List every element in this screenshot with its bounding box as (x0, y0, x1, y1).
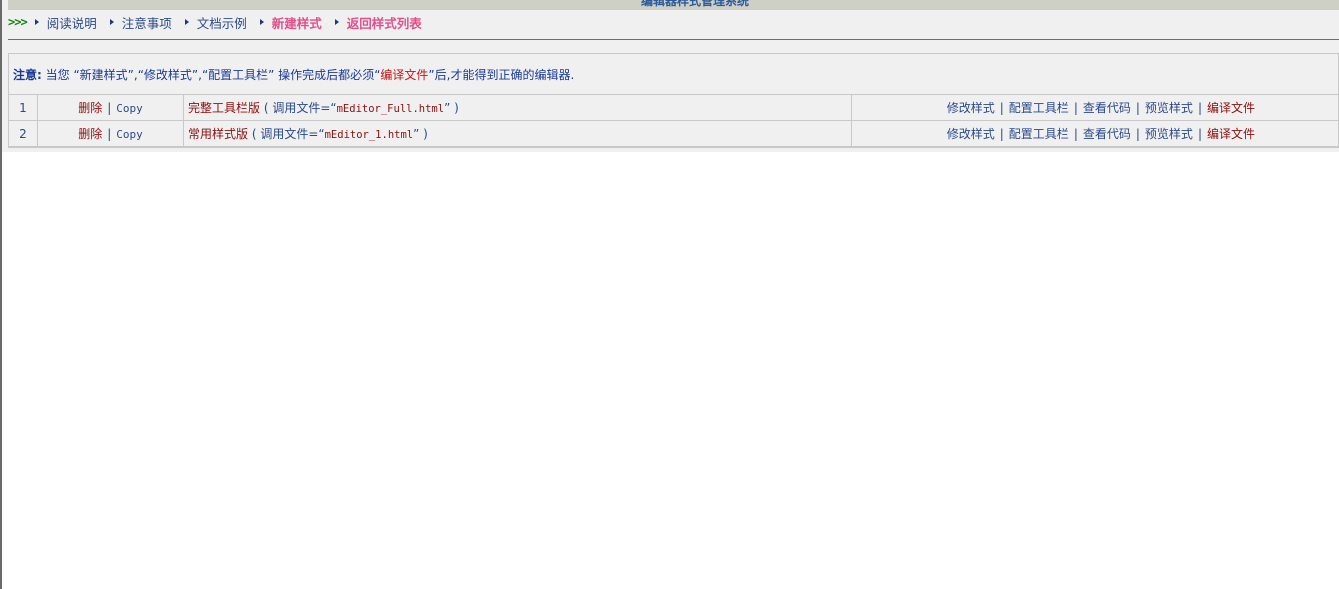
separator: | (107, 127, 112, 141)
row-actions: 删除 | Copy (37, 120, 184, 147)
nav-label: 文档示例 (196, 15, 247, 31)
view-code-link[interactable]: 查看代码 (1083, 101, 1131, 115)
nav-label: 注意事项 (121, 15, 172, 31)
triangle-right-icon (184, 19, 189, 25)
configure-toolbar-link[interactable]: 配置工具栏 (1009, 127, 1069, 141)
nav-item-read-me[interactable]: 阅读说明 (33, 13, 97, 32)
notice-text: 当您 “新建样式”,“修改样式”,“配置工具栏” 操作完成后都必须“ (41, 68, 381, 82)
breadcrumb-nav: >>> 阅读说明 注意事项 文档示例 新建样式 返回样式列表 (8, 13, 433, 31)
compile-file-link[interactable]: 编译文件 (1207, 127, 1255, 141)
style-cell: 完整工具栏版 ( 调用文件=“mEditor_Full.html” ) (183, 94, 852, 121)
nav-label: 新建样式 (271, 15, 322, 31)
separator: | (1135, 101, 1140, 115)
style-table: 1 删除 | Copy 完整工具栏版 ( 调用文件=“mEditor_Full.ht… (8, 94, 1339, 147)
row-operations: 修改样式 | 配置工具栏 | 查看代码 | 预览样式 | 编译文件 (851, 120, 1339, 147)
notice-highlight: 编译文件 (380, 68, 429, 82)
separator: | (999, 127, 1004, 141)
triangle-right-icon (334, 19, 339, 25)
separator: | (1073, 101, 1078, 115)
chevrons-icon: >>> (8, 15, 28, 29)
notice-message: 注意: 当您 “新建样式”,“修改样式”,“配置工具栏” 操作完成后都必须“编译… (13, 66, 574, 83)
separator: | (1073, 127, 1078, 141)
style-file-suffix: ” ) (413, 127, 428, 141)
row-actions: 删除 | Copy (37, 94, 184, 121)
nav-item-new-style[interactable]: 新建样式 (258, 13, 322, 32)
preview-style-link[interactable]: 预览样式 (1145, 101, 1193, 115)
configure-toolbar-link[interactable]: 配置工具栏 (1009, 101, 1069, 115)
copy-link[interactable]: Copy (116, 102, 143, 115)
separator: | (1197, 127, 1202, 141)
separator: | (107, 101, 112, 115)
delete-link[interactable]: 删除 (78, 101, 102, 115)
title-bar-text: 编辑器样式管理系统 (641, 0, 750, 8)
divider (8, 39, 1339, 40)
nav-item-doc-examples[interactable]: 文档示例 (183, 13, 247, 32)
edit-style-link[interactable]: 修改样式 (947, 101, 995, 115)
edit-style-link[interactable]: 修改样式 (947, 127, 995, 141)
notice-text-end: ”后,才能得到正确的编辑器. (428, 68, 575, 82)
nav-label: 返回样式列表 (346, 15, 422, 31)
delete-link[interactable]: 删除 (78, 127, 102, 141)
separator: | (1135, 127, 1140, 141)
style-cell: 常用样式版 ( 调用文件=“mEditor_1.html” ) (183, 120, 852, 147)
style-file-prefix: ( 调用文件=“ (260, 101, 337, 115)
title-bar: 编辑器样式管理系统 (8, 0, 1339, 10)
preview-style-link[interactable]: 预览样式 (1145, 127, 1193, 141)
style-name-link[interactable]: 常用样式版 (188, 127, 248, 141)
table-row: 1 删除 | Copy 完整工具栏版 ( 调用文件=“mEditor_Full.ht… (8, 94, 1339, 121)
row-number: 1 (8, 94, 38, 121)
compile-file-link[interactable]: 编译文件 (1207, 101, 1255, 115)
triangle-right-icon (109, 19, 114, 25)
view-code-link[interactable]: 查看代码 (1083, 127, 1131, 141)
triangle-right-icon (259, 19, 264, 25)
style-file-name: mEditor_Full.html (336, 103, 445, 115)
row-operations: 修改样式 | 配置工具栏 | 查看代码 | 预览样式 | 编译文件 (851, 94, 1339, 121)
style-file-name: mEditor_1.html (324, 129, 414, 141)
separator: | (999, 101, 1004, 115)
row-number: 2 (8, 120, 38, 147)
style-name-link[interactable]: 完整工具栏版 (188, 101, 260, 115)
separator: | (1197, 101, 1202, 115)
copy-link[interactable]: Copy (116, 128, 143, 141)
table-row: 2 删除 | Copy 常用样式版 ( 调用文件=“mEditor_1.html” … (8, 120, 1339, 147)
notice-label: 注意: (13, 68, 42, 82)
nav-label: 阅读说明 (46, 15, 97, 31)
style-file-suffix: ” ) (444, 101, 459, 115)
nav-item-notes[interactable]: 注意事项 (108, 13, 172, 32)
nav-item-back-to-list[interactable]: 返回样式列表 (333, 13, 422, 32)
triangle-right-icon (34, 19, 39, 25)
style-file-prefix: ( 调用文件=“ (248, 127, 325, 141)
